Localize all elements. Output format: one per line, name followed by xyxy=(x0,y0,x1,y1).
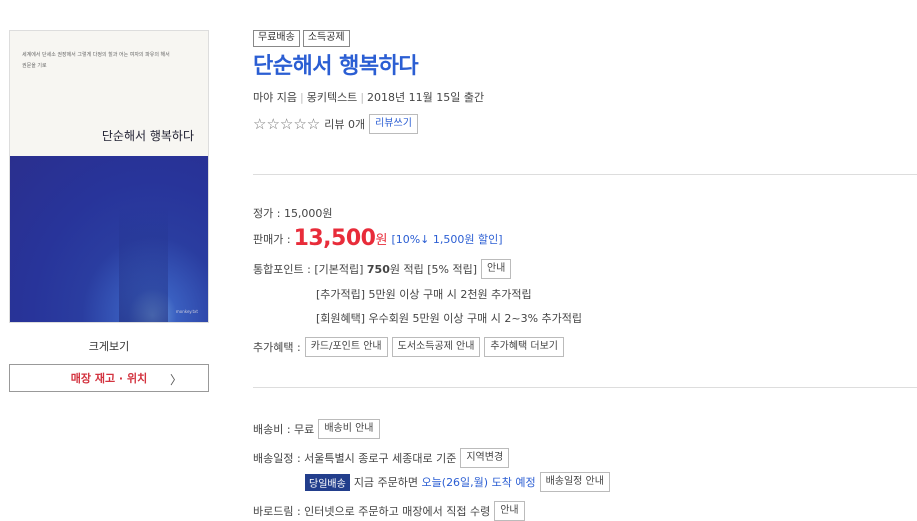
delivery-schedule-info-button[interactable]: 배송일정 안내 xyxy=(539,472,610,492)
book-meta: 마야 지음 | 몽키텍스트 | 2018년 11월 15일 출간 xyxy=(253,91,485,104)
points-basic-prefix: [기본적립] xyxy=(314,263,364,276)
store-stock-button[interactable]: 매장 재고 · 위치 〉 xyxy=(9,364,209,392)
free-shipping-badge: 무료배송 xyxy=(253,30,300,47)
barodream-row: 바로드림 : 인터넷으로 주문하고 매장에서 직접 수령 안내 xyxy=(253,501,525,521)
cover-author: 권문을 기로 xyxy=(22,63,47,69)
rating-row: ☆☆☆☆☆ 리뷰 0개 리뷰쓰기 xyxy=(253,114,418,134)
book-title: 단순해서 행복하다 xyxy=(253,54,419,79)
cover-publisher: monkey.txt xyxy=(175,309,198,314)
author-link[interactable]: 마야 지음 xyxy=(253,91,297,104)
list-price: 정가 : 15,000원 xyxy=(253,207,333,220)
zoom-link[interactable]: 크게보기 xyxy=(9,338,209,354)
points-info-button[interactable]: 안내 xyxy=(480,259,512,279)
card-point-info-button[interactable]: 카드/포인트 안내 xyxy=(304,337,388,357)
delivery-schedule: 배송일정 : 서울특별시 종로구 세종대로 기준 xyxy=(253,452,457,465)
more-benefits-button[interactable]: 추가혜택 더보기 xyxy=(484,337,565,357)
barodream-text: 바로드림 : 인터넷으로 주문하고 매장에서 직접 수령 xyxy=(253,505,491,518)
badge-group: 무료배송 소득공제 xyxy=(253,30,350,47)
divider xyxy=(253,174,917,175)
points-extra: [추가적립] 5만원 이상 구매 시 2천원 추가적립 xyxy=(316,288,532,301)
shipping-fee: 배송비 : 무료 xyxy=(253,423,315,436)
book-deduction-info-button[interactable]: 도서소득공제 안내 xyxy=(391,337,481,357)
sale-price-value: 13,500 xyxy=(293,226,376,251)
divider xyxy=(253,387,917,388)
cover-artwork xyxy=(10,156,208,322)
book-cover-image[interactable]: 세계에서 단세소 권장에서 그렇게 다정의 힐과 어는 여자의 파유의 해서 권… xyxy=(9,30,209,323)
delivery-schedule-row: 배송일정 : 서울특별시 종로구 세종대로 기준 지역변경 xyxy=(253,448,510,468)
same-day-row: 당일배송 지금 주문하면 오늘(26일,월) 도착 예정 배송일정 안내 xyxy=(305,472,610,492)
barodream-info-button[interactable]: 안내 xyxy=(494,501,525,521)
shipping-fee-info-button[interactable]: 배송비 안내 xyxy=(318,419,380,439)
star-rating-icon: ☆☆☆☆☆ xyxy=(253,115,321,133)
sale-price-row: 판매가 : 13,500 원 [10%↓ 1,500원 할인] xyxy=(253,226,503,251)
write-review-button[interactable]: 리뷰쓰기 xyxy=(369,114,418,134)
arrival-date: 오늘(26일,월) 도착 예정 xyxy=(421,476,536,489)
cover-title: 단순해서 행복하다 xyxy=(101,129,194,143)
benefits-row: 추가혜택 : 카드/포인트 안내 도서소득공제 안내 추가혜택 더보기 xyxy=(253,337,565,357)
chevron-right-icon: 〉 xyxy=(169,373,182,387)
points-basic-suffix: 원 적립 [5% 적립] xyxy=(389,263,477,276)
publish-date: 2018년 11월 15일 출간 xyxy=(367,91,485,104)
store-stock-label: 매장 재고 · 위치 xyxy=(70,372,148,385)
order-now-text: 지금 주문하면 xyxy=(353,476,419,489)
discount-info: [10%↓ 1,500원 할인] xyxy=(391,232,503,246)
review-count: 리뷰 0개 xyxy=(324,118,366,131)
sale-price-unit: 원 xyxy=(375,233,388,248)
publisher-link[interactable]: 몽키텍스트 xyxy=(307,91,358,104)
points-basic-amount: 750 xyxy=(366,262,390,276)
points-member: [회원혜택] 우수회원 5만원 이상 구매 시 2~3% 추가적립 xyxy=(316,312,583,325)
tax-deduction-badge: 소득공제 xyxy=(302,30,350,47)
cover-subtitle: 세계에서 단세소 권장에서 그렇게 다정의 힐과 어는 여자의 파유의 해서 xyxy=(22,52,170,58)
change-region-button[interactable]: 지역변경 xyxy=(460,448,510,468)
points-row: 통합포인트 : [기본적립] 750 원 적립 [5% 적립] 안내 xyxy=(253,259,512,279)
sale-price-label: 판매가 : xyxy=(253,232,291,246)
shipping-fee-row: 배송비 : 무료 배송비 안내 xyxy=(253,419,380,439)
points-label: 통합포인트 : xyxy=(253,263,311,276)
same-day-badge: 당일배송 xyxy=(305,473,350,491)
benefits-label: 추가혜택 : xyxy=(253,341,301,354)
